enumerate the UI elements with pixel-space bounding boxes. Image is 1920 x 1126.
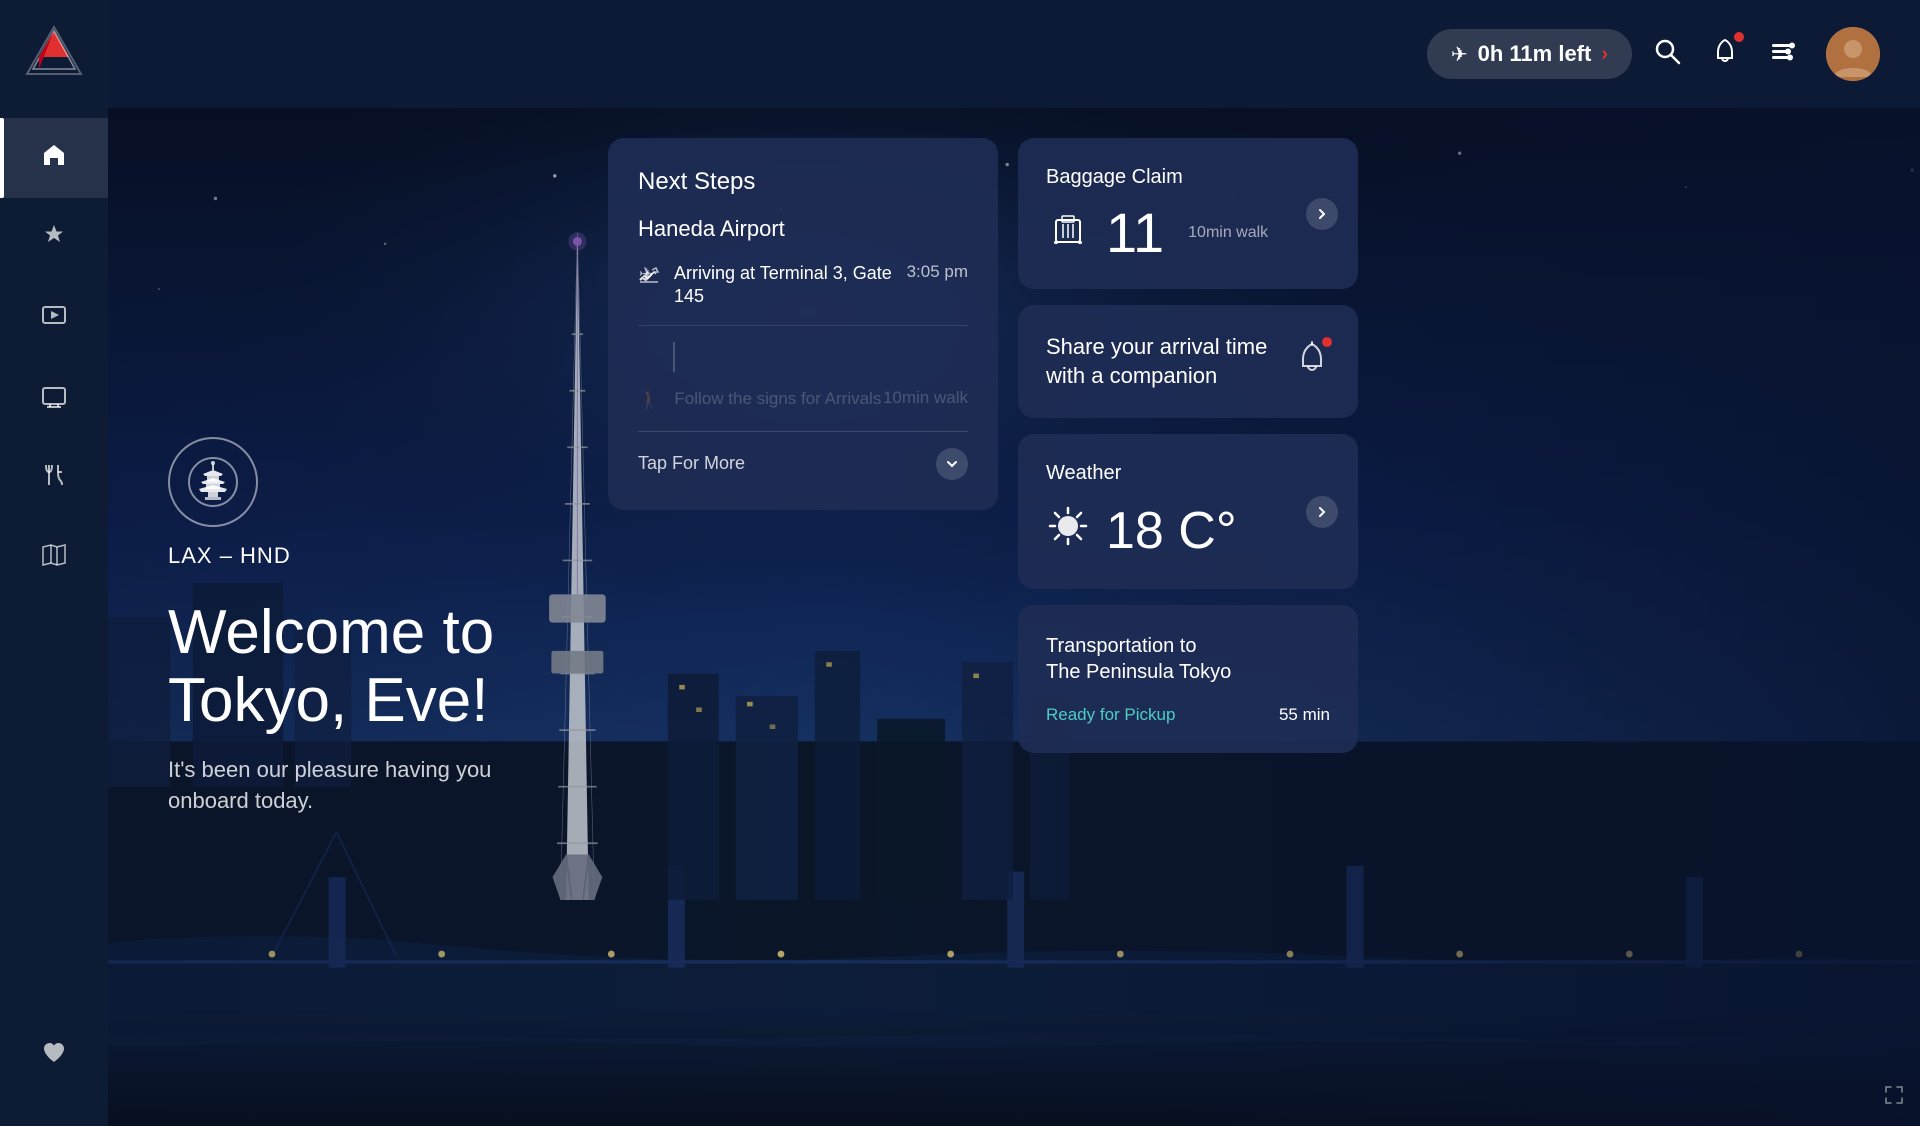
welcome-title: Welcome to Tokyo, Eve! xyxy=(168,599,568,735)
cards-area: Next Steps Haneda Airport ✈ xyxy=(608,108,1920,1126)
welcome-subtitle: It's been our pleasure having you onboar… xyxy=(168,755,568,817)
app-frame: ✈ 0h 11m left › xyxy=(0,0,1920,1126)
tv-icon xyxy=(41,382,67,415)
home-icon xyxy=(41,142,67,175)
user-avatar[interactable] xyxy=(1826,27,1880,81)
top-header: ✈ 0h 11m left › xyxy=(108,0,1920,108)
fullscreen-button[interactable] xyxy=(1884,1085,1904,1110)
chevron-down-icon xyxy=(936,448,968,480)
weather-card-title: Weather xyxy=(1046,462,1330,485)
sidebar-item-favorites[interactable] xyxy=(0,198,108,278)
notification-button[interactable] xyxy=(1710,36,1740,73)
tap-for-more-button[interactable]: Tap For More xyxy=(638,431,968,480)
sidebar-navigation xyxy=(0,108,108,1016)
transportation-card[interactable]: Transportation to The Peninsula Tokyo Re… xyxy=(1018,605,1358,753)
heart-icon xyxy=(41,1040,67,1073)
transport-duration: 55 min xyxy=(1279,705,1330,725)
header-icons xyxy=(1652,27,1880,81)
notification-badge xyxy=(1734,32,1744,42)
bell-notification-dot xyxy=(1322,337,1332,347)
main-content: ✈ 0h 11m left › xyxy=(108,0,1920,1126)
baggage-content: 11 10min walk xyxy=(1046,205,1330,261)
walk-icon: 🚶 xyxy=(638,390,660,411)
bell-icon xyxy=(1294,345,1330,383)
next-steps-card: Next Steps Haneda Airport ✈ xyxy=(608,138,998,510)
sidebar-item-map[interactable] xyxy=(0,518,108,598)
play-icon xyxy=(41,302,67,335)
bell-wrapper xyxy=(1294,339,1330,384)
sidebar-item-heart[interactable] xyxy=(0,1016,108,1096)
arrival-share-text: Share your arrival time with a companion xyxy=(1046,333,1276,390)
sidebar-item-tv[interactable] xyxy=(0,358,108,438)
step-1-text: Arriving at Terminal 3, Gate 145 xyxy=(674,262,907,309)
step-1-details: Arriving at Terminal 3, Gate 145 3:05 pm xyxy=(674,262,968,309)
baggage-card-title: Baggage Claim xyxy=(1046,166,1330,189)
baggage-walk: 10min walk xyxy=(1188,224,1268,242)
transport-status: Ready for Pickup xyxy=(1046,705,1175,725)
temple-icon xyxy=(168,437,258,527)
arrival-share-card[interactable]: Share your arrival time with a companion xyxy=(1018,305,1358,418)
weather-temperature: 18 C° xyxy=(1106,501,1237,561)
svg-text:✈: ✈ xyxy=(639,264,654,284)
dining-icon xyxy=(41,462,67,495)
weather-content: 18 C° xyxy=(1046,501,1330,561)
plane-icon: ✈ xyxy=(1451,42,1468,67)
flight-timer[interactable]: ✈ 0h 11m left › xyxy=(1427,29,1632,79)
left-content: LAX – HND Welcome to Tokyo, Eve! It's be… xyxy=(108,108,608,1126)
airport-name: Haneda Airport xyxy=(638,216,968,242)
sidebar-logo xyxy=(0,0,108,108)
route-label: LAX – HND xyxy=(168,543,568,569)
map-icon xyxy=(41,542,67,575)
step-1-time: 3:05 pm xyxy=(907,262,968,282)
baggage-card-arrow[interactable] xyxy=(1306,198,1338,230)
timer-arrow: › xyxy=(1601,43,1608,66)
step-1: ✈ Arriving at Terminal 3, Gate 145 3:05 … xyxy=(638,262,968,326)
right-cards: Baggage Claim xyxy=(1018,138,1358,753)
weather-card[interactable]: Weather xyxy=(1018,434,1358,589)
step-connector xyxy=(673,342,675,372)
baggage-number: 11 xyxy=(1106,205,1164,261)
tap-more-text: Tap For More xyxy=(638,453,745,474)
sidebar-item-dining[interactable] xyxy=(0,438,108,518)
next-steps-title: Next Steps xyxy=(638,168,968,196)
flight-timer-text: 0h 11m left xyxy=(1478,41,1592,67)
step-2-time: 10min walk xyxy=(883,388,968,408)
arriving-icon: ✈ xyxy=(638,264,660,292)
step-2: 🚶 Follow the signs for Arrivals 10min wa… xyxy=(638,380,968,411)
sun-icon xyxy=(1046,504,1090,558)
search-button[interactable] xyxy=(1652,36,1682,73)
transport-footer: Ready for Pickup 55 min xyxy=(1046,705,1330,725)
baggage-icon xyxy=(1046,206,1090,260)
step-2-text: Follow the signs for Arrivals xyxy=(674,388,881,410)
hero-area: LAX – HND Welcome to Tokyo, Eve! It's be… xyxy=(108,108,1920,1126)
sidebar-item-home[interactable] xyxy=(0,118,108,198)
sidebar-bottom xyxy=(0,1016,108,1126)
star-icon xyxy=(41,222,67,255)
arrival-share-content: Share your arrival time with a companion xyxy=(1046,333,1330,390)
settings-button[interactable] xyxy=(1768,36,1798,73)
sidebar xyxy=(0,0,108,1126)
route-icon-wrap xyxy=(168,437,568,527)
baggage-claim-card[interactable]: Baggage Claim xyxy=(1018,138,1358,289)
sidebar-item-movies[interactable] xyxy=(0,278,108,358)
transport-title: Transportation to The Peninsula Tokyo xyxy=(1046,633,1330,685)
weather-card-arrow[interactable] xyxy=(1306,496,1338,528)
